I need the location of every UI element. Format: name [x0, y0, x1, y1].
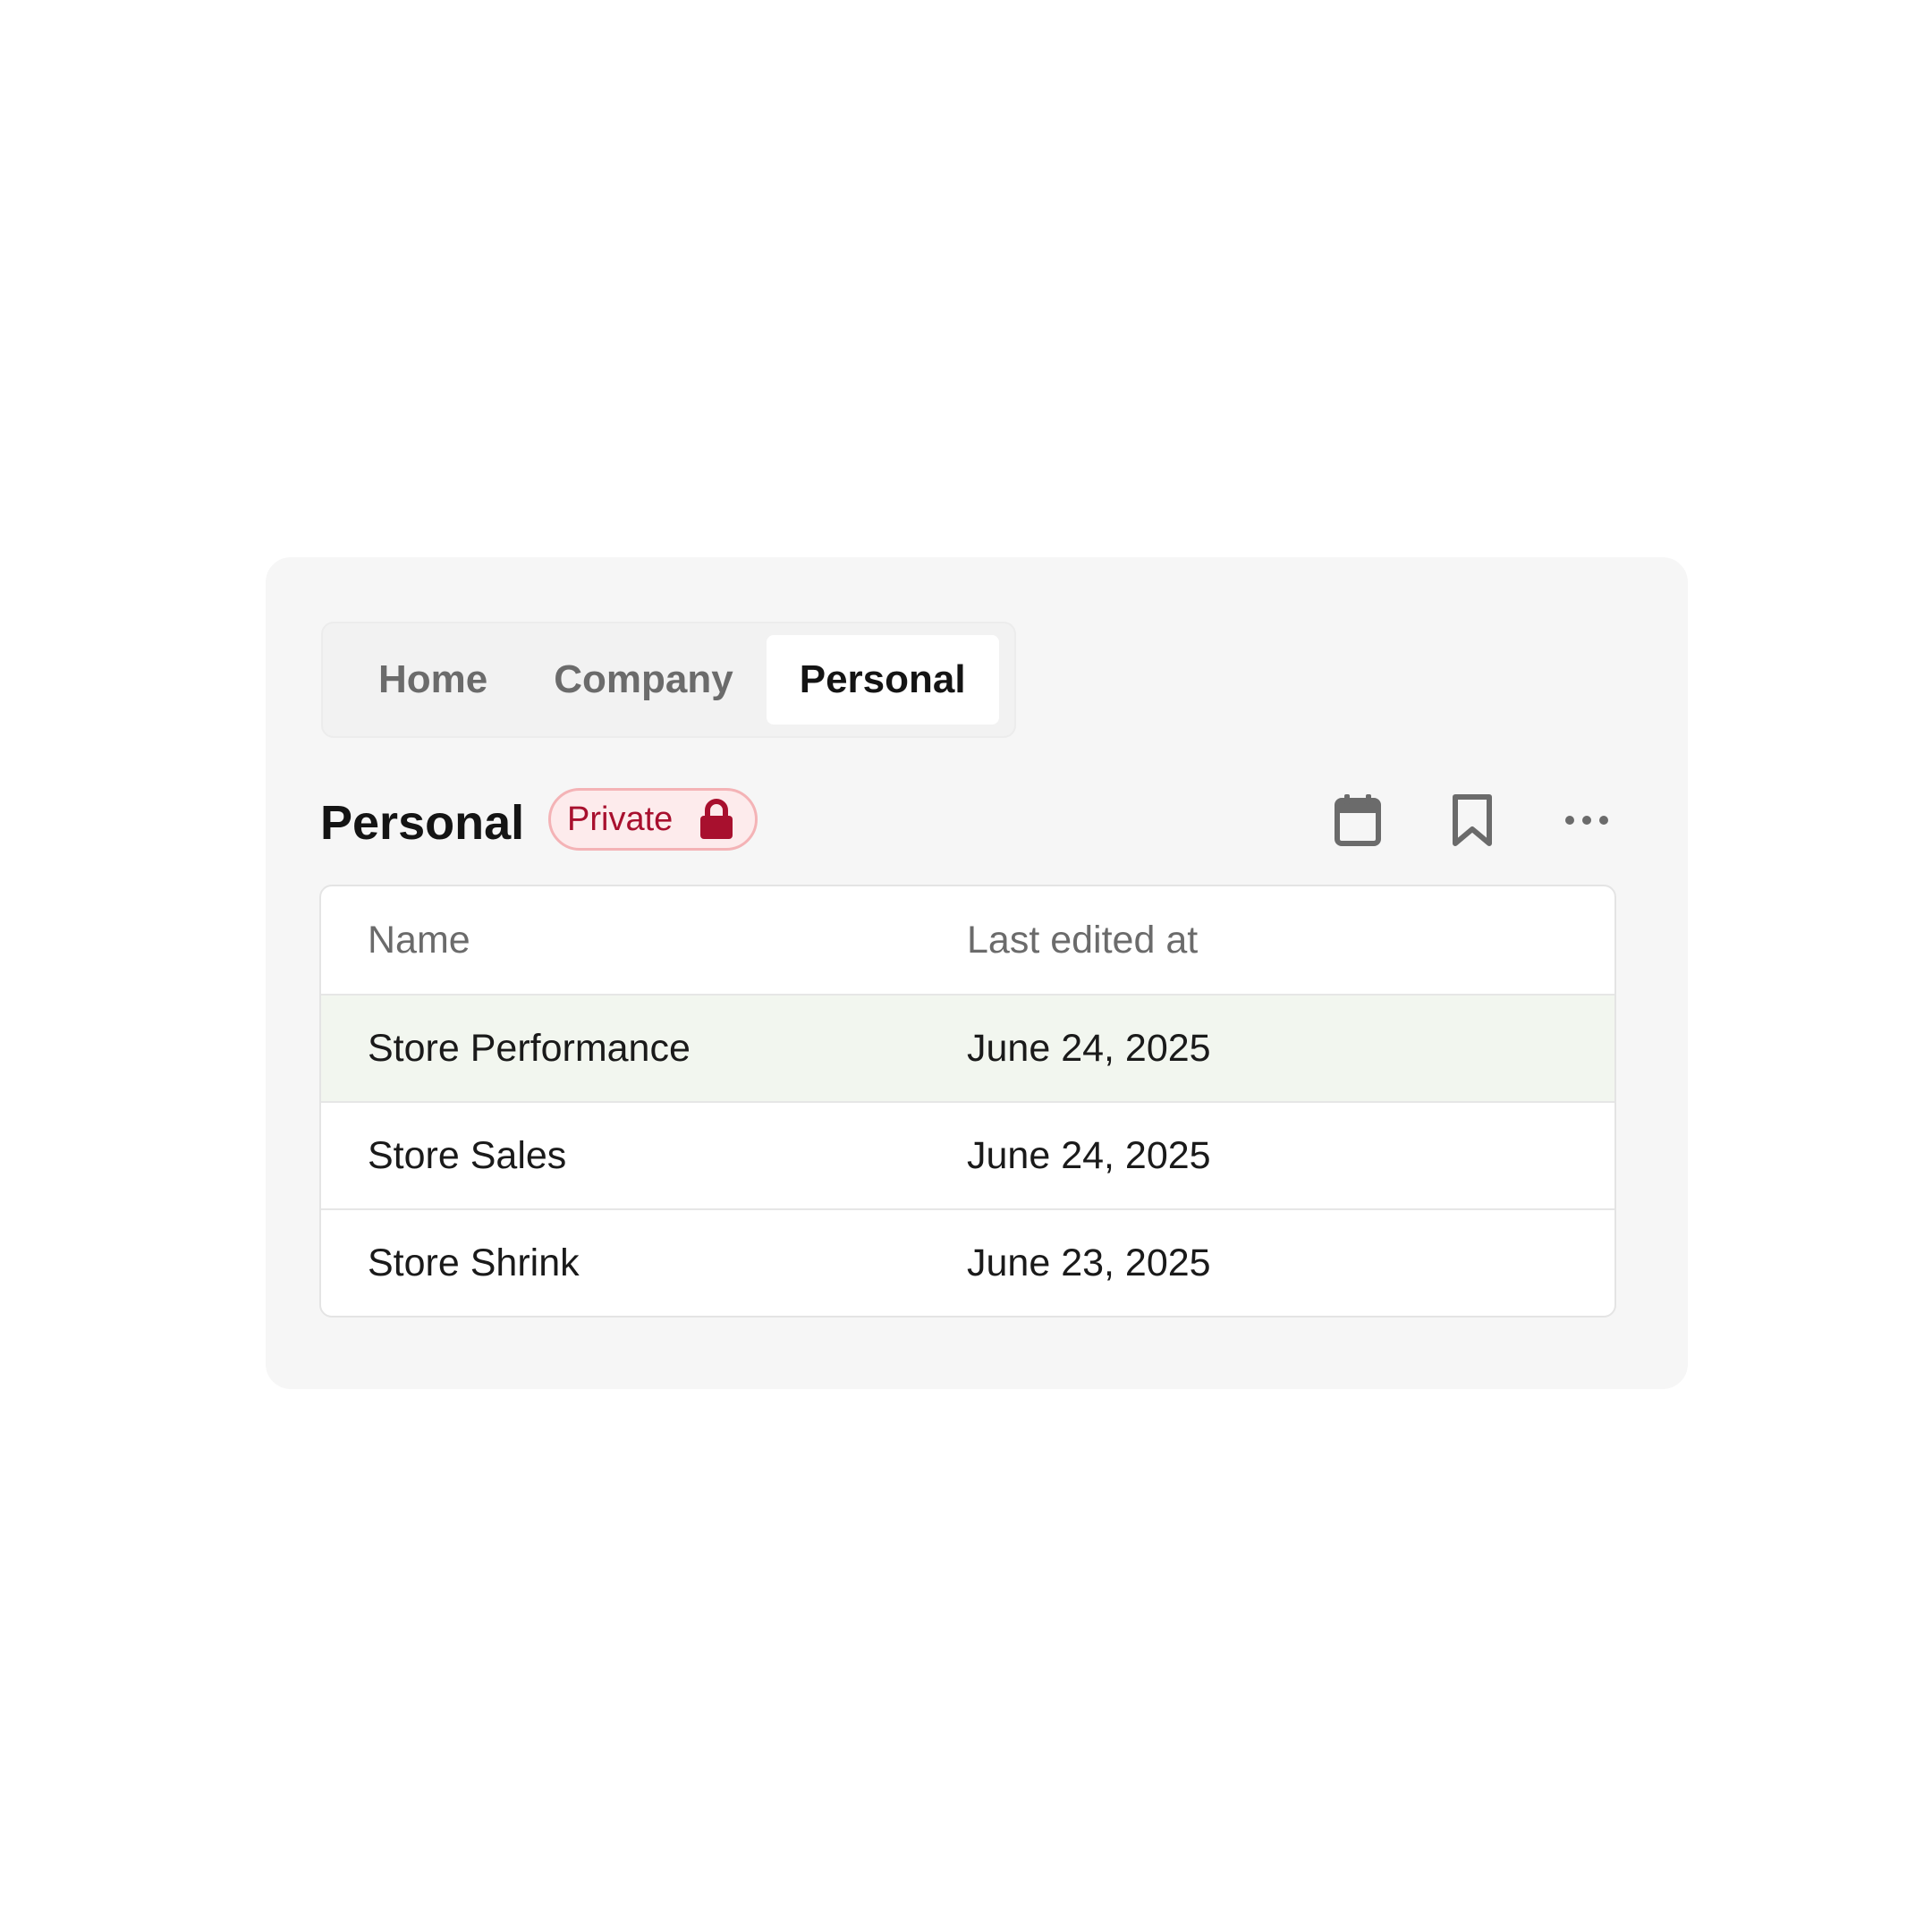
bookmark-button[interactable] — [1446, 792, 1498, 852]
row-last-edited: June 24, 2025 — [967, 1133, 1211, 1177]
table-header-row: Name Last edited at — [321, 886, 1614, 994]
lock-icon — [699, 799, 733, 840]
dashboard-panel: Home Company Personal Personal Private N… — [266, 557, 1688, 1389]
badge-label: Private — [567, 800, 674, 838]
bookmark-icon — [1452, 793, 1493, 852]
row-last-edited: June 23, 2025 — [967, 1241, 1211, 1284]
tab-home[interactable]: Home — [345, 635, 521, 724]
row-name: Store Sales — [368, 1133, 567, 1177]
toolbar-actions — [1332, 792, 1613, 852]
row-name: Store Shrink — [368, 1241, 580, 1284]
row-name: Store Performance — [368, 1026, 691, 1070]
more-options-button[interactable] — [1561, 792, 1613, 852]
documents-table: Name Last edited at Store Performance Ju… — [319, 885, 1616, 1318]
column-header-last-edited[interactable]: Last edited at — [967, 919, 1614, 962]
row-last-edited: June 24, 2025 — [967, 1026, 1211, 1070]
table-row[interactable]: Store Sales June 24, 2025 — [321, 1101, 1614, 1208]
tab-personal[interactable]: Personal — [766, 635, 999, 724]
page-title: Personal — [320, 796, 525, 850]
table-row[interactable]: Store Shrink June 23, 2025 — [321, 1208, 1614, 1316]
more-horizontal-icon — [1564, 814, 1609, 831]
table-row[interactable]: Store Performance June 24, 2025 — [321, 994, 1614, 1101]
column-header-name[interactable]: Name — [321, 919, 967, 962]
tab-company[interactable]: Company — [521, 635, 766, 724]
tab-bar: Home Company Personal — [321, 622, 1016, 738]
calendar-icon — [1335, 793, 1381, 852]
private-badge: Private — [548, 788, 758, 851]
calendar-button[interactable] — [1332, 792, 1384, 852]
